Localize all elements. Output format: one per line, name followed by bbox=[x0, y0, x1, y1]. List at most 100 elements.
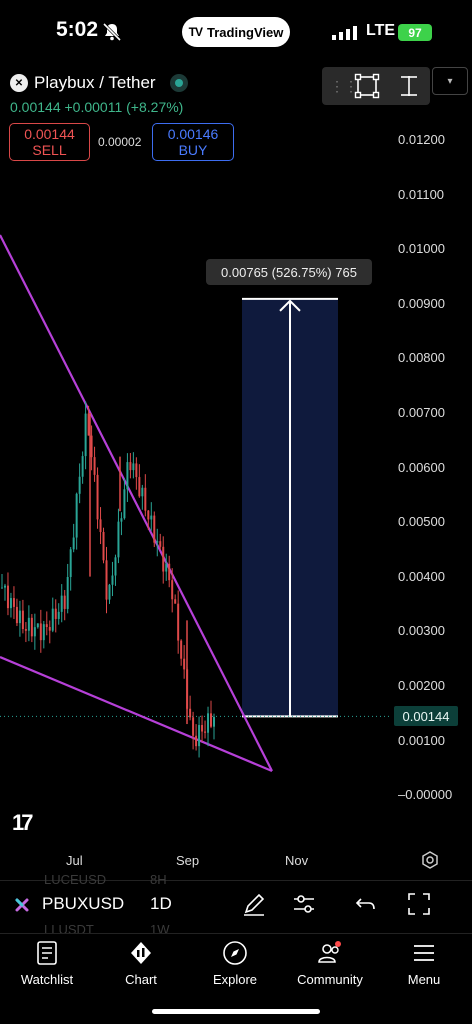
candle-body bbox=[171, 580, 174, 600]
interval-selector[interactable]: 1D bbox=[150, 894, 172, 914]
y-tick-label: 0.00900 bbox=[398, 295, 445, 311]
compass-icon bbox=[223, 941, 247, 965]
status-time: 5:02 bbox=[56, 18, 99, 41]
nav-label: Explore bbox=[212, 972, 258, 987]
candle-body bbox=[132, 463, 135, 471]
y-tick-label: 0.01100 bbox=[398, 186, 445, 202]
bell-muted-icon bbox=[102, 22, 122, 42]
ghost-symbol-2: LLUSDT bbox=[44, 922, 94, 937]
candle-body bbox=[135, 463, 138, 478]
candle-body bbox=[183, 658, 186, 670]
ghost-symbol-1: LUCEUSD bbox=[44, 872, 107, 887]
candle-body bbox=[162, 546, 165, 572]
candle-body bbox=[207, 713, 210, 733]
candle-body bbox=[48, 627, 51, 631]
y-tick-label: 0.00700 bbox=[398, 405, 445, 420]
candle-body bbox=[36, 623, 39, 628]
candle-body bbox=[174, 599, 177, 604]
pen-icon[interactable] bbox=[240, 890, 268, 918]
nav-label: Watchlist bbox=[20, 972, 74, 987]
y-tick-label: 0.00300 bbox=[398, 623, 445, 639]
candle-body bbox=[150, 515, 153, 520]
x-tick-nov: Nov bbox=[285, 853, 309, 868]
candle-body bbox=[39, 623, 42, 641]
nav-label: Community bbox=[297, 972, 363, 987]
nav-menu[interactable]: Menu bbox=[384, 940, 464, 1000]
last-price-badge: 0.00144 bbox=[394, 706, 458, 726]
nav-watchlist[interactable]: Watchlist bbox=[7, 940, 87, 1000]
candle-body bbox=[81, 456, 84, 477]
nav-chart[interactable]: Chart bbox=[101, 940, 181, 1000]
candle-body bbox=[72, 537, 75, 550]
candle-body bbox=[75, 493, 78, 538]
symbol-header[interactable]: ✕ Playbux / Tether bbox=[10, 73, 188, 93]
candle-body bbox=[168, 563, 171, 581]
symbol-logo-icon: ✕ bbox=[10, 74, 28, 92]
candle-body bbox=[78, 476, 81, 494]
candle-body bbox=[18, 610, 21, 624]
network-label: LTE bbox=[366, 22, 396, 39]
candle-body bbox=[144, 487, 147, 511]
nav-community[interactable]: Community bbox=[290, 940, 370, 1000]
chevron-down-icon[interactable]: ▾ bbox=[432, 67, 468, 95]
drawing-toolbar: ⋮⋮ bbox=[322, 67, 430, 105]
tradingview-watermark: 17 bbox=[12, 810, 34, 835]
tradingview-pill[interactable]: TV TradingView bbox=[182, 17, 290, 47]
candle-body bbox=[111, 575, 114, 585]
candle-body bbox=[198, 725, 201, 747]
candle-body bbox=[123, 489, 126, 519]
y-tick-label: 0.00600 bbox=[398, 459, 445, 475]
symbol-title: Playbux / Tether bbox=[34, 73, 156, 92]
candle-body bbox=[189, 708, 192, 718]
fullscreen-icon[interactable] bbox=[405, 890, 433, 918]
playbux-logo-icon bbox=[15, 898, 29, 912]
market-status-icon bbox=[169, 74, 188, 92]
price-chart[interactable] bbox=[0, 110, 472, 840]
candle-body bbox=[30, 617, 33, 637]
candle-body bbox=[165, 563, 168, 572]
home-indicator[interactable] bbox=[152, 1009, 320, 1014]
candle-body bbox=[24, 629, 27, 631]
tradingview-brand: TradingView bbox=[207, 24, 284, 40]
measure-tool-icon[interactable] bbox=[396, 73, 422, 99]
indicators-icon[interactable] bbox=[290, 890, 318, 918]
candle-body bbox=[192, 717, 195, 736]
y-tick-label: 0.01000 bbox=[398, 241, 445, 257]
y-tick-label: –0.00000 bbox=[398, 787, 453, 803]
y-tick-label: 0.00100 bbox=[398, 732, 445, 748]
candle-body bbox=[33, 627, 36, 637]
rectangle-tool-icon[interactable] bbox=[354, 73, 380, 99]
candle-body bbox=[66, 576, 69, 609]
candle-body bbox=[9, 598, 12, 609]
candle-body bbox=[210, 713, 213, 727]
candle-body bbox=[60, 595, 63, 612]
candle-body bbox=[21, 610, 24, 630]
candle-body bbox=[45, 624, 48, 628]
menu-icon bbox=[414, 945, 434, 961]
candle-body bbox=[156, 541, 159, 543]
candle-body bbox=[93, 457, 96, 475]
divider bbox=[0, 933, 472, 934]
candle-body bbox=[213, 717, 215, 727]
gear-icon[interactable] bbox=[421, 851, 439, 869]
undo-icon[interactable] bbox=[352, 890, 380, 918]
candle-body bbox=[3, 585, 6, 588]
candle-body bbox=[114, 557, 117, 576]
tradingview-logo-icon: TV bbox=[188, 25, 203, 39]
nav-explore[interactable]: Explore bbox=[195, 940, 275, 1000]
candle-body bbox=[120, 518, 123, 522]
candle-body bbox=[153, 515, 156, 543]
symbol-selector[interactable]: PBUXUSD bbox=[42, 894, 124, 914]
candle-body bbox=[141, 487, 144, 497]
wedge-upper-line bbox=[0, 234, 273, 772]
candle-body bbox=[27, 617, 30, 631]
candle-body bbox=[6, 585, 9, 609]
candle-body bbox=[54, 608, 57, 619]
ghost-interval-2: 1W bbox=[150, 922, 170, 937]
measure-label: 0.00765 (526.75%) 765 bbox=[206, 259, 372, 285]
candle-body bbox=[126, 462, 129, 490]
candle-body bbox=[57, 611, 60, 619]
candle-body bbox=[96, 474, 99, 520]
x-tick-jul: Jul bbox=[66, 853, 83, 868]
candle-body bbox=[84, 413, 87, 457]
